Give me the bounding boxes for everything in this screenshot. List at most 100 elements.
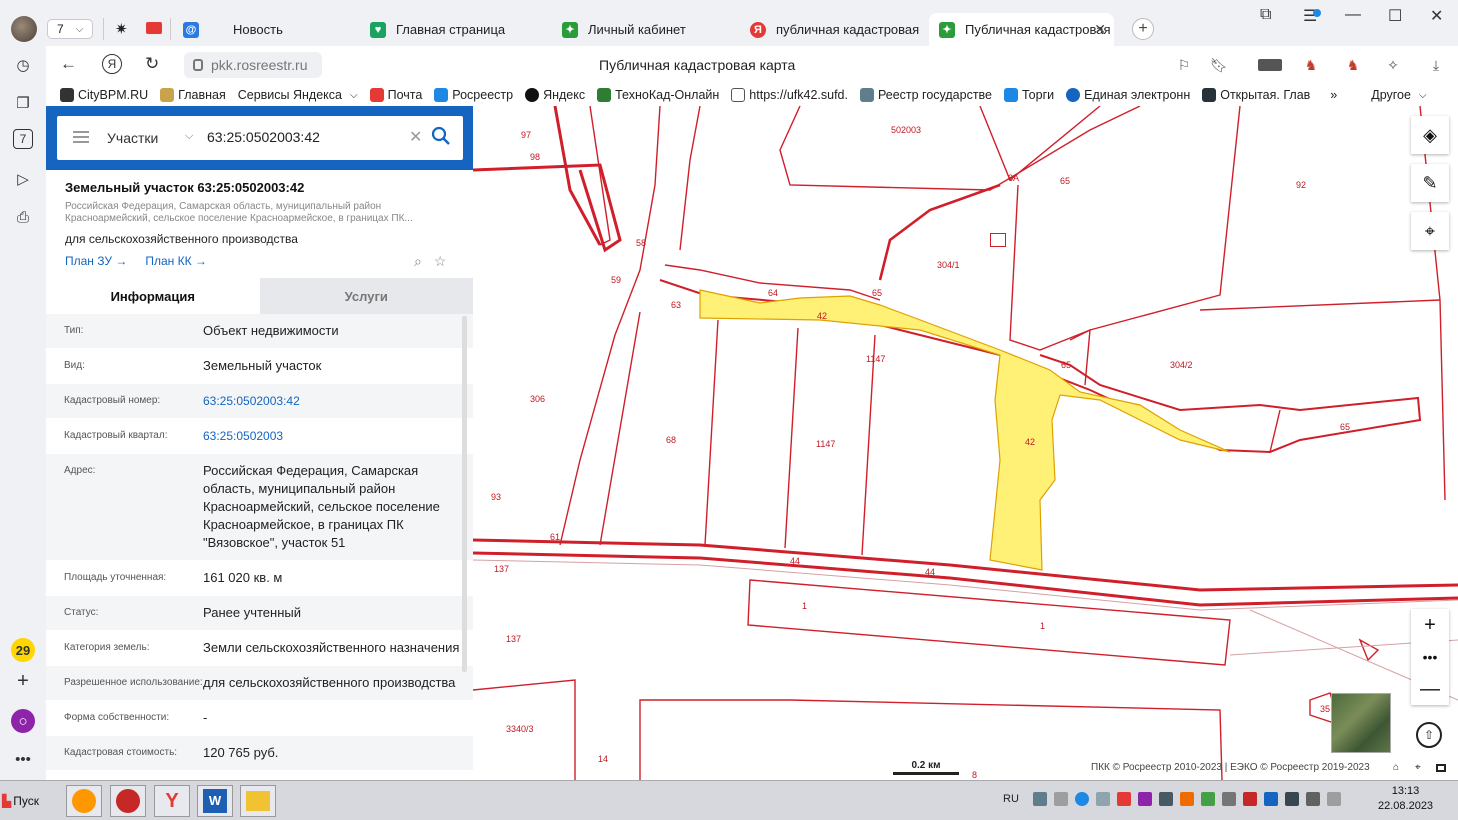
zoom-out-button[interactable]: — xyxy=(1411,673,1449,705)
history-icon[interactable]: ◷ xyxy=(11,53,35,77)
download-icon[interactable]: ⤓ xyxy=(1426,55,1446,75)
locate-small-icon[interactable]: ⌖ xyxy=(1415,762,1421,773)
bookmark-main[interactable]: Главная xyxy=(160,88,226,102)
clear-icon[interactable]: ✕ xyxy=(409,127,422,147)
add-icon[interactable]: + xyxy=(11,669,35,693)
tray-icon[interactable] xyxy=(1075,792,1089,806)
play-icon[interactable]: ▷ xyxy=(11,167,35,191)
close-window-icon[interactable]: ✕ xyxy=(1430,6,1443,26)
calendar-icon[interactable]: 7 xyxy=(13,129,33,149)
tray-icon[interactable] xyxy=(1159,792,1173,806)
plan-kk-link[interactable]: План КК → xyxy=(145,254,207,268)
zoom-more-button[interactable]: ••• xyxy=(1411,641,1449,673)
taskbar-app-icon[interactable] xyxy=(66,785,102,817)
tab-public-cadastral-yandex[interactable]: Япубличная кадастровая к xyxy=(740,13,923,46)
bookmark-registry[interactable]: Реестр государстве xyxy=(859,88,992,102)
bookmark-torgi[interactable]: Торги xyxy=(1004,88,1054,102)
back-icon[interactable]: ← xyxy=(60,54,77,74)
tab-services[interactable]: Услуги xyxy=(259,278,473,314)
tray-icon[interactable] xyxy=(1180,792,1194,806)
taskbar-app-icon[interactable] xyxy=(110,785,146,817)
zoom-in-button[interactable]: + xyxy=(1411,609,1449,641)
extension-icon[interactable]: ♞ xyxy=(1301,55,1321,75)
bookmark-open[interactable]: Открытая. Глав xyxy=(1202,88,1310,102)
word-icon[interactable]: W xyxy=(197,785,233,817)
menu-icon[interactable] xyxy=(73,131,89,143)
tab-public-cadastral-active[interactable]: ✦ Публичная кадастровая ✕ xyxy=(929,13,1114,46)
bug-icon[interactable]: ✷ xyxy=(115,20,128,38)
map-canvas[interactable]: 502003 97 98 6A 65 92 58 59 63 64 65 304/1 42 1147 65 3… xyxy=(473,106,1458,780)
alice-icon[interactable]: ○ xyxy=(11,709,35,733)
tray-icon[interactable] xyxy=(1054,792,1068,806)
locate-button[interactable]: ⌖ xyxy=(1411,212,1449,250)
chevron-down-icon[interactable]: ⌵ xyxy=(185,130,193,143)
cadastral-map[interactable]: 502003 97 98 6A 65 92 58 59 63 64 65 304/1 42 1147 65 3… xyxy=(473,106,1458,780)
bookmarks-panel-icon[interactable]: ⧉ xyxy=(1260,6,1271,24)
bookmark-mail[interactable]: Почта xyxy=(369,88,422,102)
maximize-icon[interactable]: ☐ xyxy=(1388,6,1402,26)
tab-main-page[interactable]: ♥ Главная страница xyxy=(360,13,543,46)
translate-icon[interactable]: ⚐ xyxy=(1174,55,1194,75)
tray-icon[interactable] xyxy=(1306,792,1320,806)
property-value[interactable]: 63:25:0502003:42 xyxy=(203,392,463,410)
scrollbar[interactable] xyxy=(462,316,467,672)
measure-button[interactable]: ✎ xyxy=(1411,164,1449,202)
profile-avatar[interactable] xyxy=(11,16,37,42)
search-icon[interactable] xyxy=(431,126,451,146)
extensions-icon[interactable]: ✧ xyxy=(1383,55,1403,75)
start-button[interactable]: ▙ Пуск xyxy=(2,787,46,815)
bookmark-other[interactable]: Другое ⌵ xyxy=(1371,88,1426,102)
zoom-to-object-icon[interactable]: ⌕ xyxy=(414,253,422,270)
tray-icon[interactable] xyxy=(1033,792,1047,806)
mail-icon[interactable] xyxy=(146,22,162,34)
property-value[interactable]: 63:25:0502003 xyxy=(203,427,463,445)
new-tab-button[interactable]: + xyxy=(1132,18,1154,40)
tray-icon[interactable] xyxy=(1264,792,1278,806)
search-type-select[interactable]: Участки xyxy=(107,130,158,146)
language-indicator[interactable]: RU xyxy=(1003,793,1019,805)
print-icon[interactable] xyxy=(1436,764,1446,772)
extension-icon[interactable] xyxy=(1258,59,1282,71)
bookmark-technokad[interactable]: ТехноКад-Онлайн xyxy=(597,88,719,102)
bookmark-icon[interactable]: 🔖︎ xyxy=(1209,55,1229,75)
yandex-browser-icon[interactable]: Y xyxy=(154,785,190,817)
tab-count-button[interactable]: 7 ⌵ xyxy=(47,19,93,39)
search-input[interactable]: 63:25:0502003:42 xyxy=(207,129,320,145)
extension-icon[interactable]: ♞ xyxy=(1343,55,1363,75)
bookmark-citybpm[interactable]: CityBPM.RU xyxy=(60,88,148,102)
clock[interactable]: 13:13 22.08.2023 xyxy=(1378,784,1433,814)
minimize-icon[interactable]: — xyxy=(1345,6,1361,24)
bookmark-unified[interactable]: Единая электронн xyxy=(1066,88,1190,102)
tray-icon[interactable] xyxy=(1222,792,1236,806)
tab-information[interactable]: Информация xyxy=(46,278,260,314)
home-icon[interactable]: ⌂ xyxy=(1393,762,1399,773)
compass-icon[interactable]: ⇧ xyxy=(1416,722,1442,748)
tray-icon[interactable] xyxy=(1201,792,1215,806)
tab-news[interactable]: @ Новость xyxy=(173,13,355,46)
tray-icon[interactable] xyxy=(1117,792,1131,806)
selected-parcel[interactable] xyxy=(699,289,1231,571)
bookmark-ufk42[interactable]: https://ufk42.sufd. xyxy=(731,88,848,102)
layers-button[interactable]: ◈ xyxy=(1411,116,1449,154)
collections-icon[interactable]: ❐ xyxy=(11,91,35,115)
yandex-home-icon[interactable]: Я xyxy=(102,54,122,74)
tray-icon[interactable] xyxy=(1138,792,1152,806)
overflow-chevron-icon[interactable]: » xyxy=(1330,88,1337,102)
volume-icon[interactable] xyxy=(1327,792,1341,806)
weather-badge[interactable]: 29 xyxy=(11,638,35,662)
explorer-icon[interactable] xyxy=(240,785,276,817)
close-tab-icon[interactable]: ✕ xyxy=(1094,21,1106,38)
tray-icon[interactable] xyxy=(1285,792,1299,806)
tray-icon[interactable] xyxy=(1096,792,1110,806)
more-icon[interactable]: ••• xyxy=(11,747,35,771)
plan-zu-link[interactable]: План ЗУ → xyxy=(65,254,127,268)
tray-icon[interactable] xyxy=(1243,792,1257,806)
tab-personal-cabinet[interactable]: ✦ Личный кабинет xyxy=(552,13,735,46)
bookmark-yandex[interactable]: Яндекс xyxy=(525,88,585,102)
reload-icon[interactable]: ↻ xyxy=(145,54,159,74)
bookmark-yandex-services[interactable]: Сервисы Яндекса ⌵ xyxy=(238,88,358,102)
favorite-star-icon[interactable]: ☆ xyxy=(434,253,447,270)
url-field[interactable]: pkk.rosreestr.ru xyxy=(184,52,322,78)
satellite-minimap[interactable] xyxy=(1331,693,1391,753)
screenshot-icon[interactable]: ⎙ xyxy=(11,205,35,229)
